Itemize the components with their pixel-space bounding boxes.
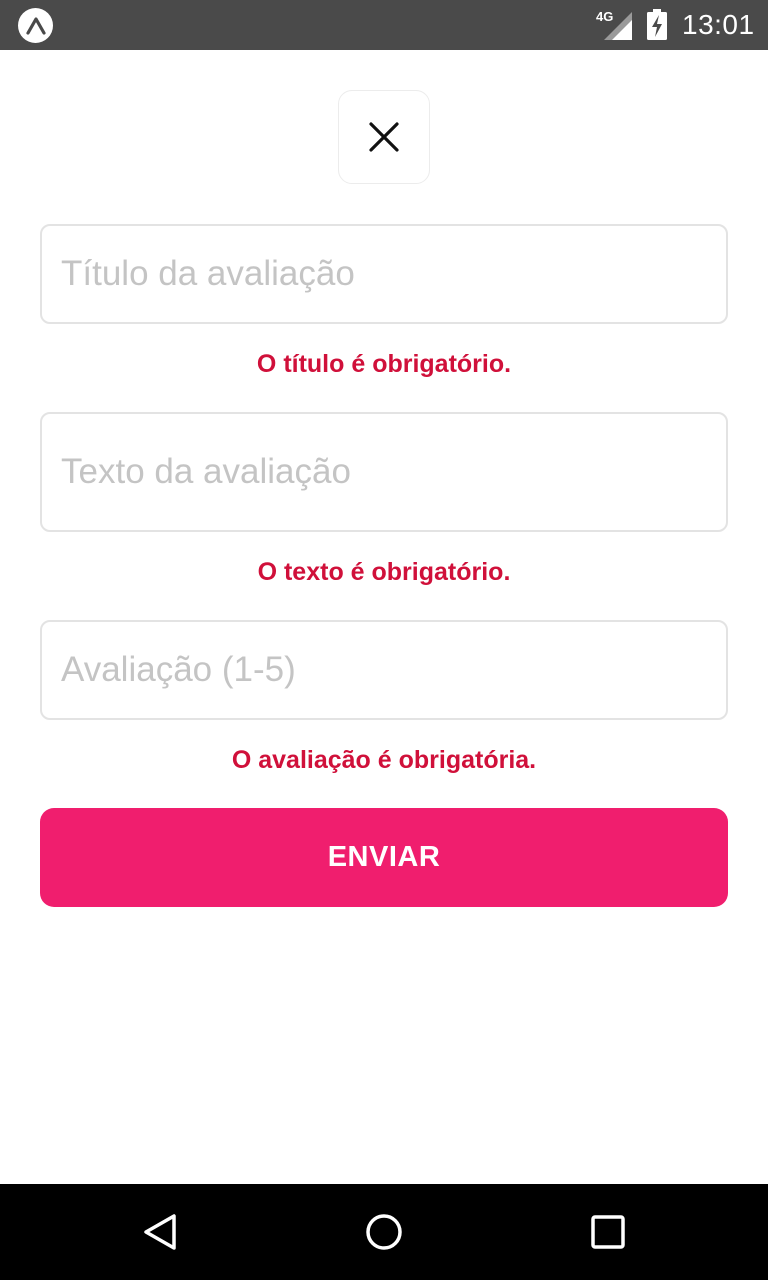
text-field-container bbox=[40, 412, 728, 532]
recents-icon[interactable] bbox=[588, 1212, 628, 1252]
close-button[interactable] bbox=[338, 90, 430, 184]
signal-icon bbox=[604, 12, 632, 40]
rating-error-message: O avaliação é obrigatória. bbox=[231, 746, 537, 774]
back-icon[interactable] bbox=[140, 1212, 180, 1252]
rating-input[interactable] bbox=[61, 622, 726, 718]
title-field-container bbox=[40, 224, 728, 324]
battery-charging-icon bbox=[647, 9, 667, 40]
home-icon[interactable] bbox=[364, 1212, 404, 1252]
title-input[interactable] bbox=[61, 226, 726, 322]
submit-button[interactable]: ENVIAR bbox=[40, 808, 728, 907]
navigation-bar bbox=[0, 1184, 768, 1280]
rating-field-container bbox=[40, 620, 728, 720]
title-error-message: O título é obrigatório. bbox=[256, 350, 512, 378]
text-input[interactable] bbox=[61, 414, 726, 530]
close-icon bbox=[369, 122, 399, 152]
status-bar: 4G 13:01 bbox=[0, 0, 768, 50]
text-error-message: O texto é obrigatório. bbox=[257, 558, 511, 586]
status-time: 13:01 bbox=[682, 9, 755, 40]
expo-icon bbox=[18, 8, 53, 43]
